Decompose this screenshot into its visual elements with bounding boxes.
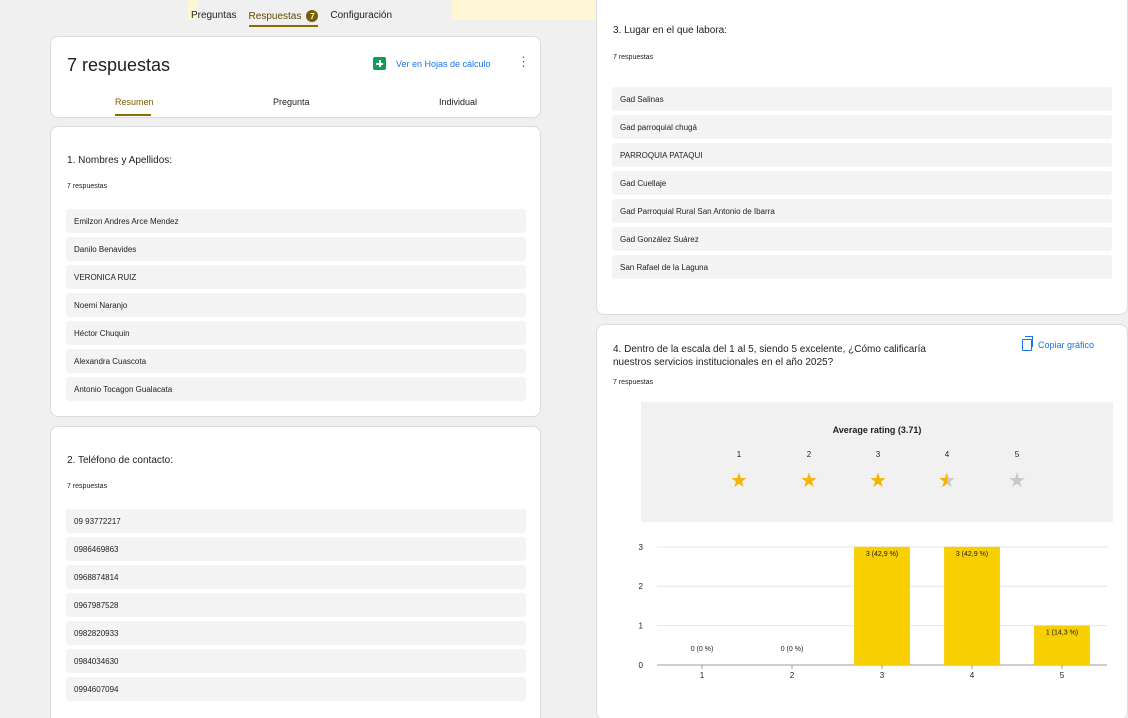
answer-item: Gad parroquial chugá [612, 115, 1112, 139]
x-tick-label: 1 [700, 671, 705, 680]
responses-title: 7 respuestas [67, 55, 171, 75]
tab-respuestas[interactable]: Respuestas 7 [248, 10, 319, 27]
answer-item: Gad Salinas [612, 87, 1112, 111]
bar-data-label: 0 (0 %) [781, 646, 804, 653]
question-title-line: nuestros servicios institucionales en el… [613, 357, 834, 368]
star-column: 2 ★ [798, 450, 820, 492]
answer-item: Alexandra Cuascota [66, 349, 526, 373]
summary-card: 7 respuestas Ver en Hojas de cálculo ⋮ R… [50, 36, 541, 118]
y-tick-label: 3 [639, 543, 644, 552]
answer-item: 0967987528 [66, 593, 526, 617]
empty-star-icon: ★ [1008, 470, 1026, 492]
tab-pregunta[interactable]: Pregunta [273, 97, 310, 107]
answer-item: Héctor Chuquin [66, 321, 526, 345]
answer-item: VERONICA RUIZ [66, 265, 526, 289]
answer-item: 0982820933 [66, 621, 526, 645]
tab-individual[interactable]: Individual [439, 97, 477, 107]
answer-item: 0968874814 [66, 565, 526, 589]
answer-item: San Rafael de la Laguna [612, 255, 1112, 279]
star-icon: ★ [730, 470, 748, 492]
bar-chart-svg: 0 1 2 3 0 (0 %) 1 0 (0 %) 2 3 (42,9 %) 3 3 (42,9 %… [639, 543, 1107, 680]
x-tick-label: 3 [880, 671, 885, 680]
bar-data-label: 3 (42,9 %) [866, 551, 898, 558]
rating-bar-chart: 0 1 2 3 0 (0 %) 1 0 (0 %) 2 3 (42,9 %) 3 3 (42,9 %… [597, 530, 1128, 710]
answer-item: Gad Cuellaje [612, 171, 1112, 195]
question-title-line: 4. Dentro de la escala del 1 al 5, siend… [613, 344, 926, 355]
question-card-4: 4. Dentro de la escala del 1 al 5, siend… [596, 324, 1128, 718]
answer-item: Gad Parroquial Rural San Antonio de Ibar… [612, 199, 1112, 223]
star-number: 5 [1014, 450, 1020, 459]
star-icon: ★ [800, 470, 818, 492]
answer-item: 09 93772217 [66, 509, 526, 533]
answer-item: Noemi Naranjo [66, 293, 526, 317]
question-title: 1. Nombres y Apellidos: [67, 155, 173, 166]
star-column: 5 ★ [1006, 450, 1028, 492]
star-number: 2 [806, 450, 812, 459]
star-column: 4 ★ [936, 450, 958, 492]
star-number: 3 [875, 450, 881, 459]
responses-count-badge: 7 [306, 10, 319, 22]
tab-resumen[interactable]: Resumen [115, 97, 154, 107]
question-title: 2. Teléfono de contacto: [67, 455, 174, 466]
response-count: 7 respuestas [67, 483, 108, 490]
x-tick-label: 5 [1060, 671, 1065, 680]
average-rating-label: Average rating (3.71) [832, 425, 922, 435]
left-panel: Preguntas Respuestas 7 Configuración 7 re… [0, 0, 583, 718]
right-panel: 3. Lugar en el que labora: 7 respuestas … [583, 0, 1128, 718]
star-number: 4 [944, 450, 950, 459]
answer-item: Danilo Benavides [66, 237, 526, 261]
question-card-3: 3. Lugar en el que labora: 7 respuestas … [596, 0, 1128, 315]
tab-configuracion[interactable]: Configuración [330, 10, 392, 25]
average-rating-box: Average rating (3.71) 1 ★ 2 ★ 3 ★ 4 ★ 5 … [641, 402, 1113, 522]
y-tick-label: 0 [639, 661, 644, 670]
star-column: 3 ★ [867, 450, 889, 492]
copy-chart-button[interactable]: Copiar gráfico [1022, 336, 1094, 351]
answer-list: Emilzon Andres Arce Mendez Danilo Benavi… [66, 209, 526, 401]
question-title: 3. Lugar en el que labora: [613, 25, 727, 36]
active-tab-underline [115, 114, 151, 116]
bar-data-label: 3 (42,9 %) [956, 551, 988, 558]
star-icon: ★ [869, 470, 887, 492]
y-tick-label: 1 [639, 622, 644, 631]
x-tick-label: 2 [790, 671, 795, 680]
question-card-2: 2. Teléfono de contacto: 7 respuestas 09… [50, 426, 541, 718]
copy-icon [1022, 336, 1033, 351]
answer-item: 0984034630 [66, 649, 526, 673]
bar-data-label: 1 (14,3 %) [1046, 630, 1078, 637]
y-tick-label: 2 [639, 582, 644, 591]
response-count: 7 respuestas [67, 183, 108, 190]
bar [854, 546, 910, 665]
question-title: 4. Dentro de la escala del 1 al 5, siend… [613, 343, 926, 369]
question-card-1: 1. Nombres y Apellidos: 7 respuestas Emi… [50, 126, 541, 417]
answer-item: 0986469863 [66, 537, 526, 561]
sheets-icon [373, 57, 386, 70]
top-nav: Preguntas Respuestas 7 Configuración [0, 0, 583, 28]
star-number: 1 [736, 450, 742, 459]
answer-item: PARROQUIA PATAQUI [612, 143, 1112, 167]
bar-data-label: 0 (0 %) [691, 646, 714, 653]
view-in-sheets-button[interactable]: Ver en Hojas de cálculo [373, 57, 491, 70]
star-column: 1 ★ [728, 450, 750, 492]
bar [944, 546, 1000, 665]
half-star-icon: ★ [938, 471, 956, 491]
answer-item: 0994607094 [66, 677, 526, 701]
answer-list: 09 93772217 0986469863 0968874814 096798… [66, 509, 526, 701]
response-count: 7 respuestas [613, 379, 654, 386]
more-options-icon[interactable]: ⋮ [517, 55, 530, 68]
response-count: 7 respuestas [613, 54, 654, 61]
answer-item: Antonio Tocagon Gualacata [66, 377, 526, 401]
answer-item: Emilzon Andres Arce Mendez [66, 209, 526, 233]
tab-preguntas[interactable]: Preguntas [191, 10, 237, 25]
answer-item: Gad González Suárez [612, 227, 1112, 251]
answer-list: Gad Salinas Gad parroquial chugá PARROQU… [612, 87, 1112, 279]
x-tick-label: 4 [970, 671, 975, 680]
